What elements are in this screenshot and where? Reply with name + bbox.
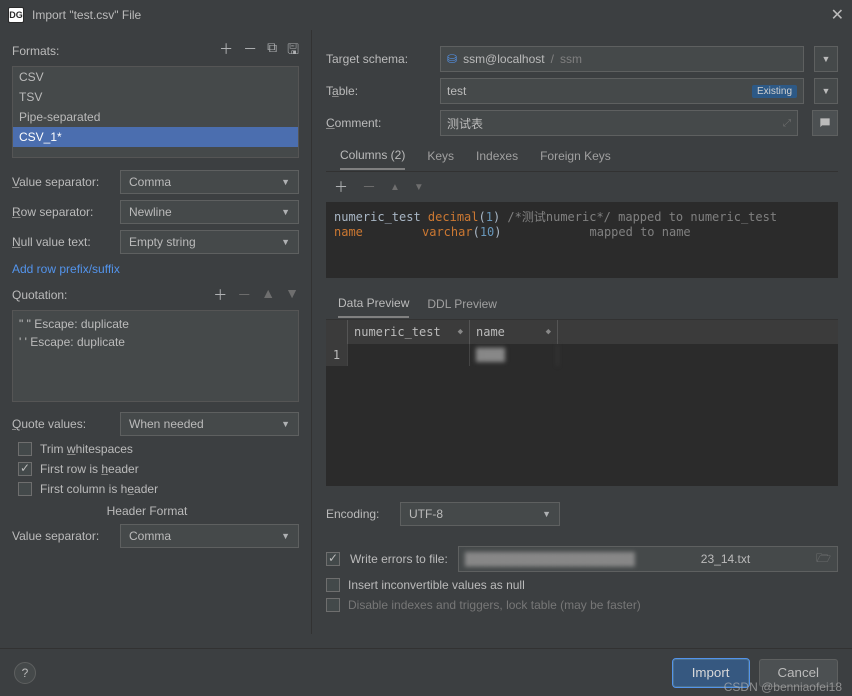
first-col-header-checkbox[interactable] bbox=[18, 482, 32, 496]
value-separator-combo[interactable]: Comma▼ bbox=[120, 170, 299, 194]
quotation-label: Quotation: bbox=[12, 288, 67, 302]
write-errors-label: Write errors to file: bbox=[350, 552, 448, 566]
format-item-selected[interactable]: CSV_1* bbox=[13, 127, 298, 147]
table-label: Table: bbox=[326, 84, 430, 98]
value-sep2-label: Value separator: bbox=[12, 529, 112, 543]
add-format-icon[interactable]: ＋ bbox=[219, 39, 233, 63]
remove-quote-icon: － bbox=[237, 285, 251, 305]
encoding-combo[interactable]: UTF-8▼ bbox=[400, 502, 560, 526]
help-button[interactable]: ? bbox=[14, 662, 36, 684]
trim-whitespace-checkbox[interactable] bbox=[18, 442, 32, 456]
tab-data-preview[interactable]: Data Preview bbox=[338, 296, 409, 318]
remove-col-icon: － bbox=[362, 177, 376, 197]
table-input[interactable]: test Existing bbox=[440, 78, 804, 104]
comment-input[interactable]: 测试表 ⤢ bbox=[440, 110, 798, 136]
down-quote-icon: ▼ bbox=[285, 285, 299, 305]
quote-item[interactable]: " " Escape: duplicate bbox=[19, 315, 292, 333]
preview-tabs: Data Preview DDL Preview bbox=[326, 294, 838, 320]
chevron-down-icon: ▼ bbox=[281, 419, 290, 429]
col-header-numeric[interactable]: numeric_test◆ bbox=[348, 320, 470, 344]
up-quote-icon: ▲ bbox=[261, 285, 275, 305]
add-quote-icon[interactable]: ＋ bbox=[213, 285, 227, 305]
titlebar: DG Import "test.csv" File ✕ bbox=[0, 0, 852, 30]
quote-item[interactable]: ' ' Escape: duplicate bbox=[19, 333, 292, 351]
tab-ddl-preview[interactable]: DDL Preview bbox=[427, 297, 497, 317]
target-schema-label: Target schema: bbox=[326, 52, 430, 66]
col-header-name[interactable]: name◆ bbox=[470, 320, 558, 344]
trim-whitespace-label: Trim whitespaces bbox=[40, 442, 133, 456]
format-item[interactable]: Pipe-separated bbox=[13, 107, 298, 127]
columns-code[interactable]: numeric_test decimal(1) /*测试numeric*/ ma… bbox=[326, 202, 838, 278]
quotation-list[interactable]: " " Escape: duplicate ' ' Escape: duplic… bbox=[12, 310, 299, 402]
error-file-input[interactable]: ████████████████████ 23_14.txt 🗁 bbox=[458, 546, 838, 572]
folder-icon[interactable]: 🗁 bbox=[816, 549, 831, 570]
comment-label: Comment: bbox=[326, 116, 430, 130]
null-label: Null value text: bbox=[12, 235, 112, 249]
chevron-down-icon: ▼ bbox=[281, 207, 290, 217]
comment-chat-button[interactable] bbox=[812, 110, 838, 136]
disable-indexes-checkbox bbox=[326, 598, 340, 612]
expand-icon[interactable]: ⤢ bbox=[783, 118, 791, 129]
chevron-down-icon: ▼ bbox=[281, 177, 290, 187]
data-preview-table: numeric_test◆ name◆ 1 ████ bbox=[326, 320, 838, 486]
chevron-down-icon: ▼ bbox=[281, 237, 290, 247]
add-col-icon[interactable]: ＋ bbox=[334, 177, 348, 197]
row-sep-label: Row separator: bbox=[12, 205, 112, 219]
first-row-header-checkbox[interactable] bbox=[18, 462, 32, 476]
table-row[interactable]: 1 ████ bbox=[326, 344, 838, 366]
formats-label: Formats: bbox=[12, 44, 59, 58]
target-schema-combo[interactable]: ⛁ ssm@localhost / ssm bbox=[440, 46, 804, 72]
null-value-combo[interactable]: Empty string▼ bbox=[120, 230, 299, 254]
dialog-title: Import "test.csv" File bbox=[32, 8, 141, 22]
table-dropdown-button[interactable]: ▼ bbox=[814, 78, 838, 104]
copy-format-icon[interactable]: ⧉ bbox=[267, 39, 277, 63]
row-number-header bbox=[326, 320, 348, 344]
tab-foreign-keys[interactable]: Foreign Keys bbox=[540, 149, 611, 169]
write-errors-checkbox[interactable] bbox=[326, 552, 340, 566]
insert-null-label: Insert inconvertible values as null bbox=[348, 578, 525, 592]
row-number: 1 bbox=[326, 344, 348, 366]
row-separator-combo[interactable]: Newline▼ bbox=[120, 200, 299, 224]
schema-icon: ⛁ bbox=[447, 52, 457, 66]
close-icon[interactable]: ✕ bbox=[831, 5, 844, 25]
up-col-icon: ▲ bbox=[390, 182, 400, 193]
formats-list[interactable]: CSV TSV Pipe-separated CSV_1* bbox=[12, 66, 299, 158]
right-panel: Target schema: ⛁ ssm@localhost / ssm ▼ T… bbox=[312, 30, 852, 634]
cell: ████ bbox=[470, 344, 558, 366]
tab-columns[interactable]: Columns (2) bbox=[340, 148, 405, 170]
header-format-label: Header Format bbox=[12, 504, 282, 518]
cell bbox=[348, 344, 470, 366]
value-sep-label: VValue separator:alue separator: bbox=[12, 175, 112, 189]
left-panel: Formats: ＋ － ⧉ 🖫 CSV TSV Pipe-separated … bbox=[0, 30, 312, 634]
tab-indexes[interactable]: Indexes bbox=[476, 149, 518, 169]
quote-values-label: Quote values: bbox=[12, 417, 112, 431]
chevron-down-icon: ▼ bbox=[281, 531, 290, 541]
schema-dropdown-button[interactable]: ▼ bbox=[814, 46, 838, 72]
format-item[interactable]: TSV bbox=[13, 87, 298, 107]
tab-keys[interactable]: Keys bbox=[427, 149, 454, 169]
watermark: CSDN @benniaofei18 bbox=[724, 680, 842, 694]
remove-format-icon[interactable]: － bbox=[243, 39, 257, 63]
disable-indexes-label: Disable indexes and triggers, lock table… bbox=[348, 598, 641, 612]
existing-badge: Existing bbox=[752, 85, 797, 98]
add-prefix-link[interactable]: Add row prefix/suffix bbox=[12, 262, 299, 276]
value-separator2-combo[interactable]: Comma▼ bbox=[120, 524, 299, 548]
column-tabs: Columns (2) Keys Indexes Foreign Keys bbox=[326, 146, 838, 172]
first-col-header-label: First column is header bbox=[40, 482, 158, 496]
first-row-header-label: First row is header bbox=[40, 462, 139, 476]
chevron-down-icon: ▼ bbox=[542, 509, 551, 519]
save-format-icon[interactable]: 🖫 bbox=[287, 39, 299, 63]
encoding-label: Encoding: bbox=[326, 507, 390, 521]
sort-icon[interactable]: ◆ bbox=[546, 327, 551, 337]
quote-values-combo[interactable]: When needed▼ bbox=[120, 412, 299, 436]
sort-icon[interactable]: ◆ bbox=[458, 327, 463, 337]
down-col-icon: ▼ bbox=[414, 182, 424, 193]
format-item[interactable]: CSV bbox=[13, 67, 298, 87]
app-icon: DG bbox=[8, 7, 24, 23]
speech-bubble-icon bbox=[818, 116, 832, 130]
columns-toolbar: ＋ － ▲ ▼ bbox=[326, 172, 838, 202]
insert-null-checkbox[interactable] bbox=[326, 578, 340, 592]
